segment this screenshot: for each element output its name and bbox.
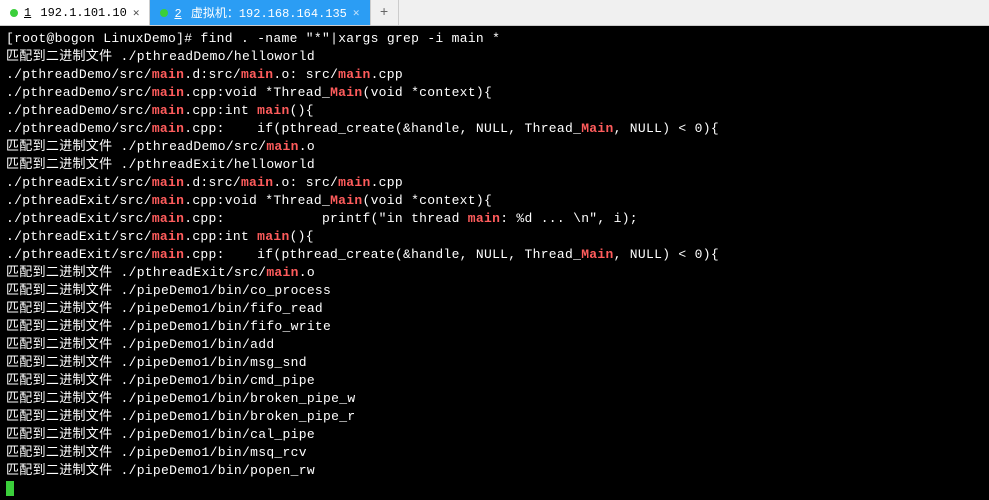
tab-bar: 1 192.1.101.10 ✕ 2 虚拟机：192.168.164.135 ✕… [0,0,989,26]
status-dot-icon [10,9,18,17]
output-line: 匹配到二进制文件 ./pipeDemo1/bin/cmd_pipe [6,372,983,390]
output-line: 匹配到二进制文件 ./pipeDemo1/bin/broken_pipe_w [6,390,983,408]
output-line: 匹配到二进制文件 ./pthreadDemo/helloworld [6,48,983,66]
prompt-line: [root@bogon LinuxDemo]# find . -name "*"… [6,30,983,48]
output-line: 匹配到二进制文件 ./pipeDemo1/bin/add [6,336,983,354]
output-line: 匹配到二进制文件 ./pipeDemo1/bin/cal_pipe [6,426,983,444]
tab-2[interactable]: 2 虚拟机：192.168.164.135 ✕ [150,0,370,25]
output-line: ./pthreadDemo/src/main.d:src/main.o: src… [6,66,983,84]
output-line: 匹配到二进制文件 ./pipeDemo1/bin/msq_rcv [6,444,983,462]
cursor-line [6,480,983,498]
output-line: ./pthreadDemo/src/main.cpp:int main(){ [6,102,983,120]
close-icon[interactable]: ✕ [133,6,140,20]
output-line: 匹配到二进制文件 ./pipeDemo1/bin/popen_rw [6,462,983,480]
output-line: 匹配到二进制文件 ./pipeDemo1/bin/fifo_read [6,300,983,318]
output-line: ./pthreadExit/src/main.cpp: if(pthread_c… [6,246,983,264]
output-line: ./pthreadExit/src/main.cpp:int main(){ [6,228,983,246]
tab-label: 2 虚拟机：192.168.164.135 [174,4,346,21]
terminal[interactable]: [root@bogon LinuxDemo]# find . -name "*"… [0,26,989,500]
prompt-host: bogon [55,31,96,46]
prompt-cwd: LinuxDemo [103,31,176,46]
cursor-icon [6,481,14,496]
output-line: ./pthreadExit/src/main.d:src/main.o: src… [6,174,983,192]
output-line: 匹配到二进制文件 ./pthreadDemo/src/main.o [6,138,983,156]
output-line: 匹配到二进制文件 ./pthreadExit/src/main.o [6,264,983,282]
tab-label: 1 192.1.101.10 [24,6,127,20]
output-line: 匹配到二进制文件 ./pipeDemo1/bin/co_process [6,282,983,300]
output-line: 匹配到二进制文件 ./pipeDemo1/bin/msg_snd [6,354,983,372]
command-text: find . -name "*"|xargs grep -i main * [200,31,500,46]
output-line: ./pthreadExit/src/main.cpp: printf("in t… [6,210,983,228]
output-line: ./pthreadExit/src/main.cpp:void *Thread_… [6,192,983,210]
prompt-user: root [14,31,46,46]
output-line: ./pthreadDemo/src/main.cpp: if(pthread_c… [6,120,983,138]
output-line: 匹配到二进制文件 ./pipeDemo1/bin/fifo_write [6,318,983,336]
output-line: 匹配到二进制文件 ./pthreadExit/helloworld [6,156,983,174]
output-line: ./pthreadDemo/src/main.cpp:void *Thread_… [6,84,983,102]
status-dot-icon [160,9,168,17]
new-tab-button[interactable]: + [371,0,399,25]
close-icon[interactable]: ✕ [353,6,360,20]
tab-1[interactable]: 1 192.1.101.10 ✕ [0,0,150,25]
output-line: 匹配到二进制文件 ./pipeDemo1/bin/broken_pipe_r [6,408,983,426]
